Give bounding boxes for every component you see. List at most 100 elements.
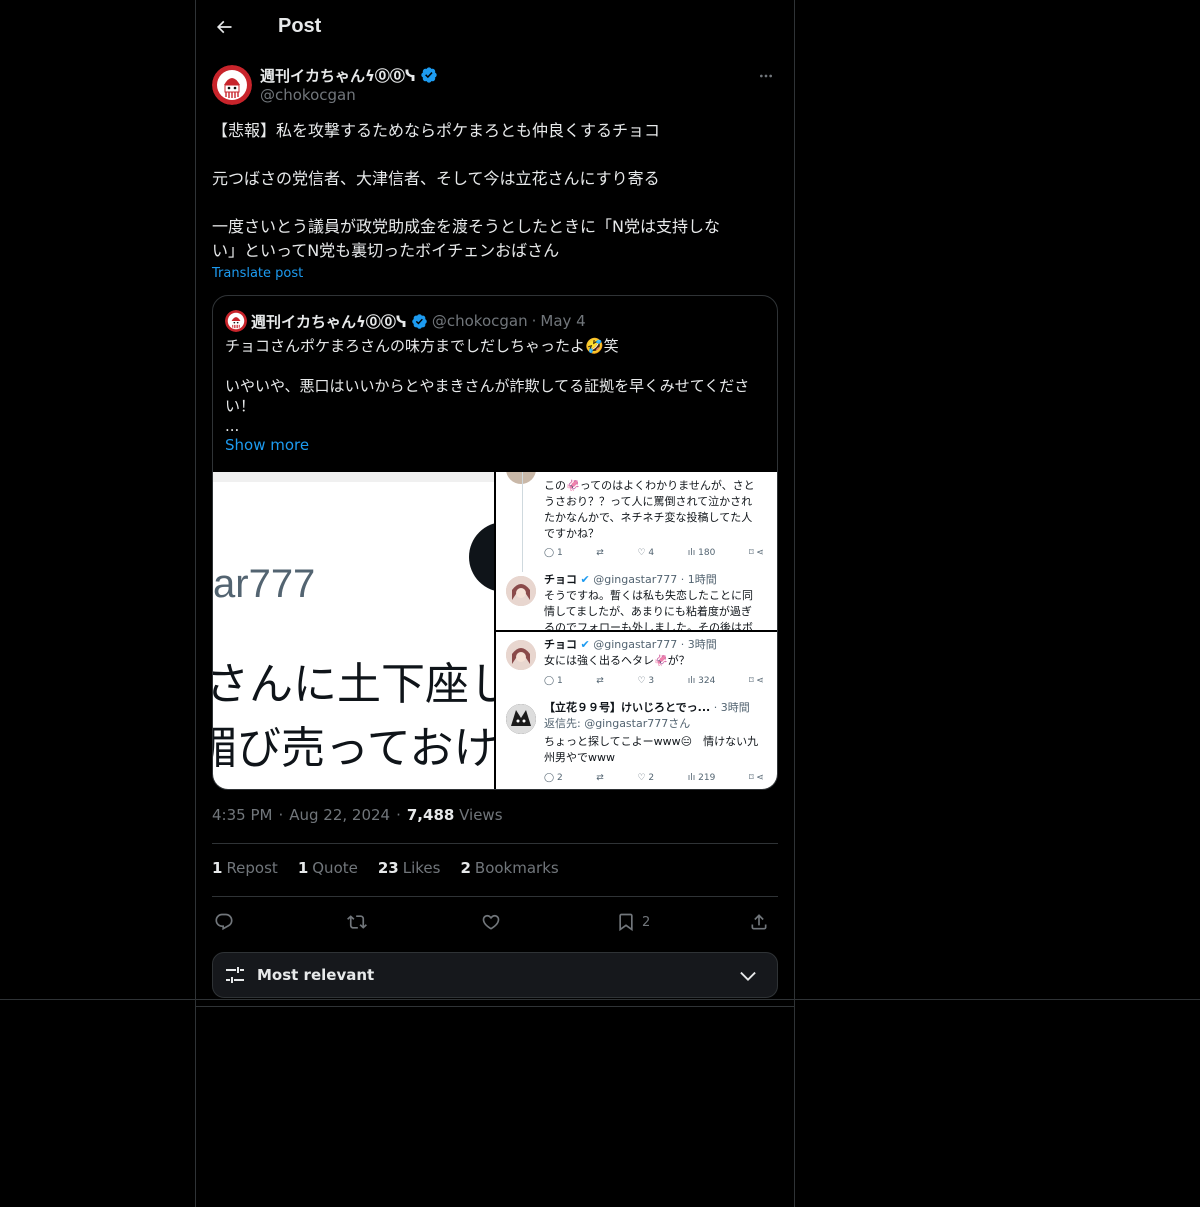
stat-quotes[interactable]: 1 Quote xyxy=(298,859,358,877)
screenshot-avatar xyxy=(506,640,536,670)
quote-text-line-3: い！ xyxy=(225,397,256,415)
quoted-post[interactable]: 週刊イカちゃんϟ⓪⓪ᓭ @chokocgan · May 4 チョコさんポケまろ… xyxy=(212,295,778,790)
author-name[interactable]: 週刊イカちゃんϟ⓪⓪ᓭ xyxy=(260,65,416,86)
sort-label: Most relevant xyxy=(257,966,375,984)
stat-reposts[interactable]: 1 Repost xyxy=(212,859,278,877)
post-text-line-2: 元つばさの党信者、大津信者、そして今は立花さんにすり寄る xyxy=(212,169,660,188)
screenshot-retweet-icon: ⇄ xyxy=(596,676,604,686)
quote-author-name: 週刊イカちゃんϟ⓪⓪ᓭ xyxy=(251,312,407,331)
main-column: Post 週刊イカちゃんϟ⓪⓪ᓭ @chokocgan 【悲報】私を攻撃するため… xyxy=(195,0,795,1207)
squid-avatar-icon xyxy=(225,310,247,332)
page-title: Post xyxy=(278,15,322,37)
screenshot-reply-count: ◯ 1 xyxy=(544,548,563,558)
post-text-line-3: 一度さいとう議員が政党助成金を渡そうとしたときに「N党は支持しな xyxy=(212,217,720,236)
separator: · xyxy=(396,806,401,824)
quote-header: 週刊イカちゃんϟ⓪⓪ᓭ @chokocgan · May 4 xyxy=(225,310,586,332)
screenshot-bookmark-icon: ⌑ ⋖ xyxy=(748,676,764,686)
screenshot-bookmark-icon: ⌑ ⋖ xyxy=(748,773,764,783)
screenshot-text: たかなんかで、ネチネチ変な投稿してた人 xyxy=(544,511,753,524)
screenshot-avatar xyxy=(506,576,536,606)
screenshot-reply-count: ◯ 2 xyxy=(544,773,563,783)
post-actions: 2 xyxy=(212,905,778,939)
post-date[interactable]: Aug 22, 2024 xyxy=(289,806,390,824)
post-time[interactable]: 4:35 PM xyxy=(212,806,272,824)
screenshot-text: ですかね？ xyxy=(544,527,599,540)
screenshot-text: うさおり？？って人に罵倒されて泣かされ xyxy=(544,495,753,508)
screenshot-retweet-icon: ⇄ xyxy=(596,773,604,783)
quote-text-line-2: いやいや、悪口はいいからとやまきさんが詐欺してる証拠を早くみせてくださ xyxy=(225,377,750,395)
quote-handle: @chokocgan xyxy=(431,312,528,330)
media-image-left[interactable]: ar777 さんに土下座し 媚び売っておけ xyxy=(213,472,494,789)
screenshot-text: 情してましたが、あまりにも粘着度が過ぎ xyxy=(544,605,752,618)
thread-line xyxy=(522,472,523,572)
verified-badge-icon xyxy=(412,313,427,329)
author-handle[interactable]: @chokocgan xyxy=(260,86,356,104)
reply-button[interactable] xyxy=(214,905,234,939)
reply-sort-dropdown[interactable]: Most relevant xyxy=(212,952,778,998)
bookmark-button[interactable]: 2 xyxy=(616,905,650,939)
image-text-2: さんに土下座し xyxy=(213,659,494,710)
screenshot-text: ちょっと探してこよーwww😑 情けない九 xyxy=(544,735,759,748)
screenshot-header: 【立花９９号】けいじろとでっ... · 3時間 xyxy=(544,701,750,714)
screenshot-like-count: ♡ 2 xyxy=(637,773,655,783)
screenshot-actions: ◯ 1 ⇄ ♡ 4 ılı 180 ⌑ ⋖ xyxy=(544,548,764,558)
repost-icon xyxy=(347,915,367,929)
screenshot-views-count: ılı 324 xyxy=(687,676,716,686)
verified-badge-icon xyxy=(421,67,437,83)
quote-text-ellipsis: ... xyxy=(225,417,240,435)
show-more-link[interactable]: Show more xyxy=(225,436,309,454)
quote-avatar xyxy=(225,310,247,332)
like-button[interactable] xyxy=(481,905,501,939)
animal-avatar-icon xyxy=(506,704,536,734)
screenshot-views-count: ılı 180 xyxy=(687,548,716,558)
more-options-button[interactable] xyxy=(754,66,778,86)
screenshot-like-count: ♡ 3 xyxy=(637,676,655,686)
quote-media-grid[interactable]: ar777 さんに土下座し 媚び売っておけ この🦑ってのはよくわかりませんが、さ… xyxy=(213,472,777,789)
screenshot-header: チョコ ✔ @gingastar777 · 3時間 xyxy=(544,638,717,651)
chevron-down-icon xyxy=(740,971,756,981)
squid-avatar-icon xyxy=(212,65,252,105)
screenshot-text: 州男やでwww xyxy=(544,751,615,764)
screenshot-reply-count: ◯ 1 xyxy=(544,676,563,686)
avatar[interactable] xyxy=(212,65,252,105)
heart-icon xyxy=(482,914,500,930)
screenshot-actions: ◯ 1 ⇄ ♡ 3 ılı 324 ⌑ ⋖ xyxy=(544,676,764,686)
separator: · xyxy=(278,806,284,824)
divider xyxy=(212,843,778,844)
screenshot-like-count: ♡ 4 xyxy=(637,548,655,558)
reply-icon xyxy=(215,913,233,931)
stat-likes[interactable]: 23 Likes xyxy=(378,859,441,877)
translate-post-link[interactable]: Translate post xyxy=(212,266,303,281)
stat-bookmarks[interactable]: 2 Bookmarks xyxy=(460,859,558,877)
media-image-right-bottom[interactable]: チョコ ✔ @gingastar777 · 3時間 女には強く出るヘタレ🦑が？ … xyxy=(496,632,777,789)
screenshot-retweet-icon: ⇄ xyxy=(596,548,604,558)
image-top-band xyxy=(213,472,494,482)
share-button[interactable] xyxy=(749,905,769,939)
anime-avatar-icon xyxy=(506,640,536,670)
repost-button[interactable] xyxy=(347,905,367,939)
media-image-right-top[interactable]: この🦑ってのはよくわかりませんが、さと うさおり？？って人に罵倒されて泣かされ … xyxy=(496,472,777,630)
divider xyxy=(196,1006,794,1007)
post-text-line-4: い」といってN党も裏切ったボイチェンおばさん xyxy=(212,241,560,260)
screenshot-avatar xyxy=(506,704,536,734)
quote-separator: · xyxy=(531,312,537,330)
screenshot-bookmark-icon: ⌑ ⋖ xyxy=(748,548,764,558)
screenshot-actions: ◯ 2 ⇄ ♡ 2 ılı 219 ⌑ ⋖ xyxy=(544,773,764,783)
screenshot-text: るのでフォローも外しました。その後はボ xyxy=(544,621,753,630)
more-horizontal-icon xyxy=(760,74,772,78)
author-name-row[interactable]: 週刊イカちゃんϟ⓪⓪ᓭ xyxy=(260,64,438,86)
sliders-icon xyxy=(226,967,244,983)
back-button[interactable] xyxy=(206,9,242,45)
screenshot-header: チョコ ✔ @gingastar777 · 1時間 xyxy=(544,573,717,586)
screenshot-avatar xyxy=(506,472,536,484)
post-stats: 1 Repost 1 Quote 23 Likes 2 Bookmarks xyxy=(212,859,559,877)
screenshot-views-count: ılı 219 xyxy=(687,773,716,783)
post-timestamp: 4:35 PM · Aug 22, 2024 · 7,488 Views xyxy=(212,806,503,824)
image-text-1: ar777 xyxy=(213,562,316,606)
share-icon xyxy=(751,914,767,930)
post-text-line-1: 【悲報】私を攻撃するためならポケまろとも仲良くするチョコ xyxy=(212,121,661,140)
anime-avatar-icon xyxy=(506,576,536,606)
post-author: 週刊イカちゃんϟ⓪⓪ᓭ @chokocgan xyxy=(212,64,778,108)
divider xyxy=(212,896,778,897)
screenshot-text: 女には強く出るヘタレ🦑が？ xyxy=(544,654,690,667)
